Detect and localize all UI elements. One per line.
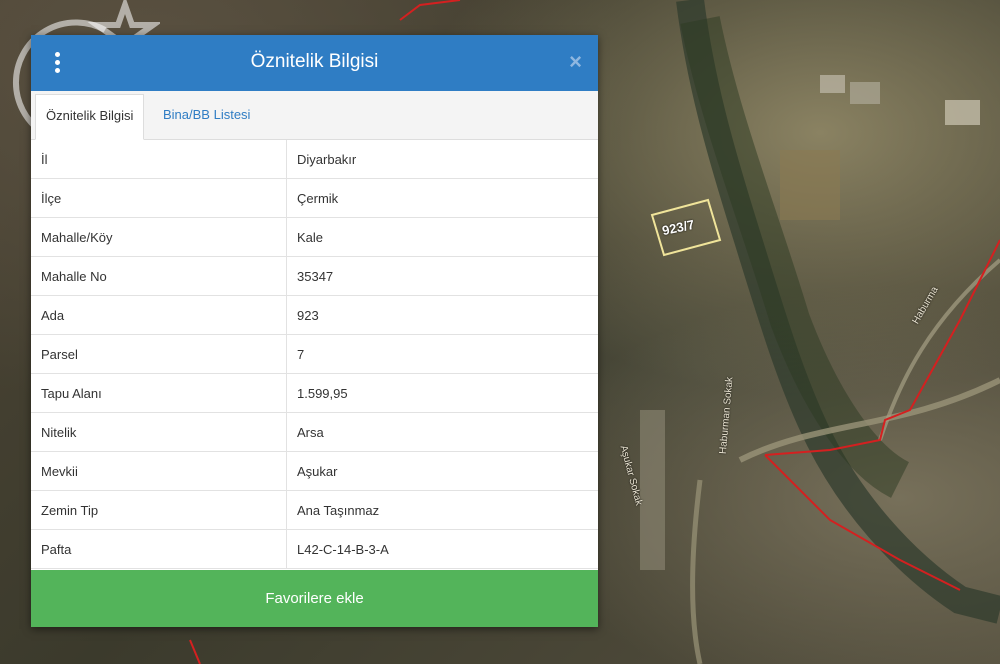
row-key: Nitelik (31, 412, 287, 452)
table-row: Mahalle/Köy Kale (31, 217, 598, 257)
row-key: Mahalle/Köy (31, 217, 287, 257)
table-row: Mevkii Aşukar (31, 451, 598, 491)
row-value: 35347 (286, 256, 598, 296)
row-value: Çermik (286, 178, 598, 218)
row-value: 7 (286, 334, 598, 374)
table-row: Mahalle No 35347 (31, 256, 598, 296)
add-favorite-button[interactable]: Favorilere ekle (31, 570, 598, 627)
close-icon[interactable]: × (569, 49, 582, 75)
row-key: Tapu Alanı (31, 373, 287, 413)
row-key: İlçe (31, 178, 287, 218)
table-row: Pafta L42-C-14-B-3-A (31, 529, 598, 569)
row-key: Pafta (31, 529, 287, 569)
table-row: Tapu Alanı 1.599,95 (31, 373, 598, 413)
table-row: Zemin Tip Ana Taşınmaz (31, 490, 598, 530)
row-value: Kale (286, 217, 598, 257)
table-row: İl Diyarbakır (31, 140, 598, 179)
table-row: Nitelik Arsa (31, 412, 598, 452)
row-value: Arsa (286, 412, 598, 452)
tab-bar: Öznitelik Bilgisi Bina/BB Listesi (31, 91, 598, 140)
row-value: Aşukar (286, 451, 598, 491)
row-value: L42-C-14-B-3-A (286, 529, 598, 569)
row-key: İl (31, 140, 287, 179)
table-row: Parsel 7 (31, 334, 598, 374)
panel-title: Öznitelik Bilgisi (250, 51, 379, 72)
panel-header: Öznitelik Bilgisi × (31, 35, 598, 91)
row-value: Diyarbakır (286, 140, 598, 179)
row-key: Mevkii (31, 451, 287, 491)
row-value: Ana Taşınmaz (286, 490, 598, 530)
row-key: Zemin Tip (31, 490, 287, 530)
row-key: Parsel (31, 334, 287, 374)
row-value: 1.599,95 (286, 373, 598, 413)
attribute-table: İl Diyarbakır İlçe Çermik Mahalle/Köy Kale … (31, 140, 598, 569)
row-value: 923 (286, 295, 598, 335)
table-row: İlçe Çermik (31, 178, 598, 218)
row-key: Mahalle No (31, 256, 287, 296)
tab-attribute-info[interactable]: Öznitelik Bilgisi (35, 94, 145, 140)
row-key: Ada (31, 295, 287, 335)
attribute-panel: Öznitelik Bilgisi × Öznitelik Bilgisi Bi… (31, 35, 598, 627)
tab-building-list[interactable]: Bina/BB Listesi (153, 94, 260, 138)
table-row: Ada 923 (31, 295, 598, 335)
